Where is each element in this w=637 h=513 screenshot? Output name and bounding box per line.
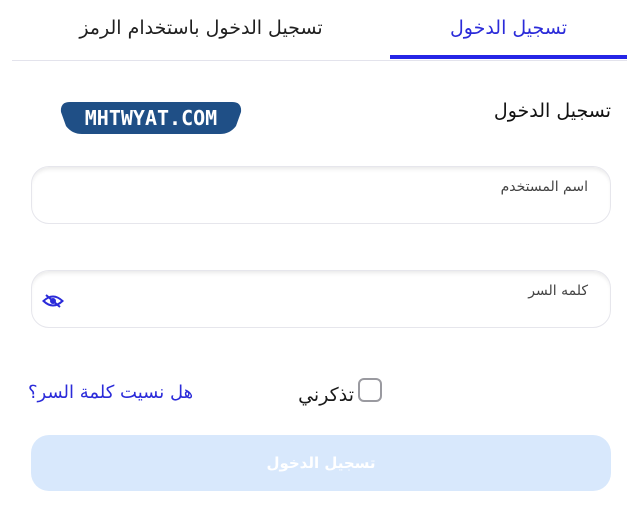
login-submit-button[interactable]: تسجيل الدخول <box>31 435 611 491</box>
username-field[interactable]: اسم المستخدم <box>31 166 611 224</box>
form-title: تسجيل الدخول <box>493 100 611 122</box>
site-logo: MHTWYAT.COM <box>60 102 242 134</box>
login-tabs: تسجيل الدخول تسجيل الدخول باستخدام الرمز <box>12 0 627 61</box>
password-field[interactable]: كلمه السر <box>31 270 611 328</box>
remember-me: تذكرني <box>298 378 386 408</box>
forgot-password-link[interactable]: هل نسيت كلمة السر؟ <box>28 382 193 403</box>
password-input[interactable] <box>82 297 596 321</box>
tab-login[interactable]: تسجيل الدخول <box>390 0 627 59</box>
eye-slash-icon[interactable] <box>42 293 64 309</box>
remember-label: تذكرني <box>298 384 354 406</box>
tab-code-login[interactable]: تسجيل الدخول باستخدام الرمز <box>12 0 390 57</box>
logo-text: MHTWYAT.COM <box>85 106 217 130</box>
remember-checkbox[interactable] <box>358 378 382 402</box>
username-input[interactable] <box>82 193 596 217</box>
